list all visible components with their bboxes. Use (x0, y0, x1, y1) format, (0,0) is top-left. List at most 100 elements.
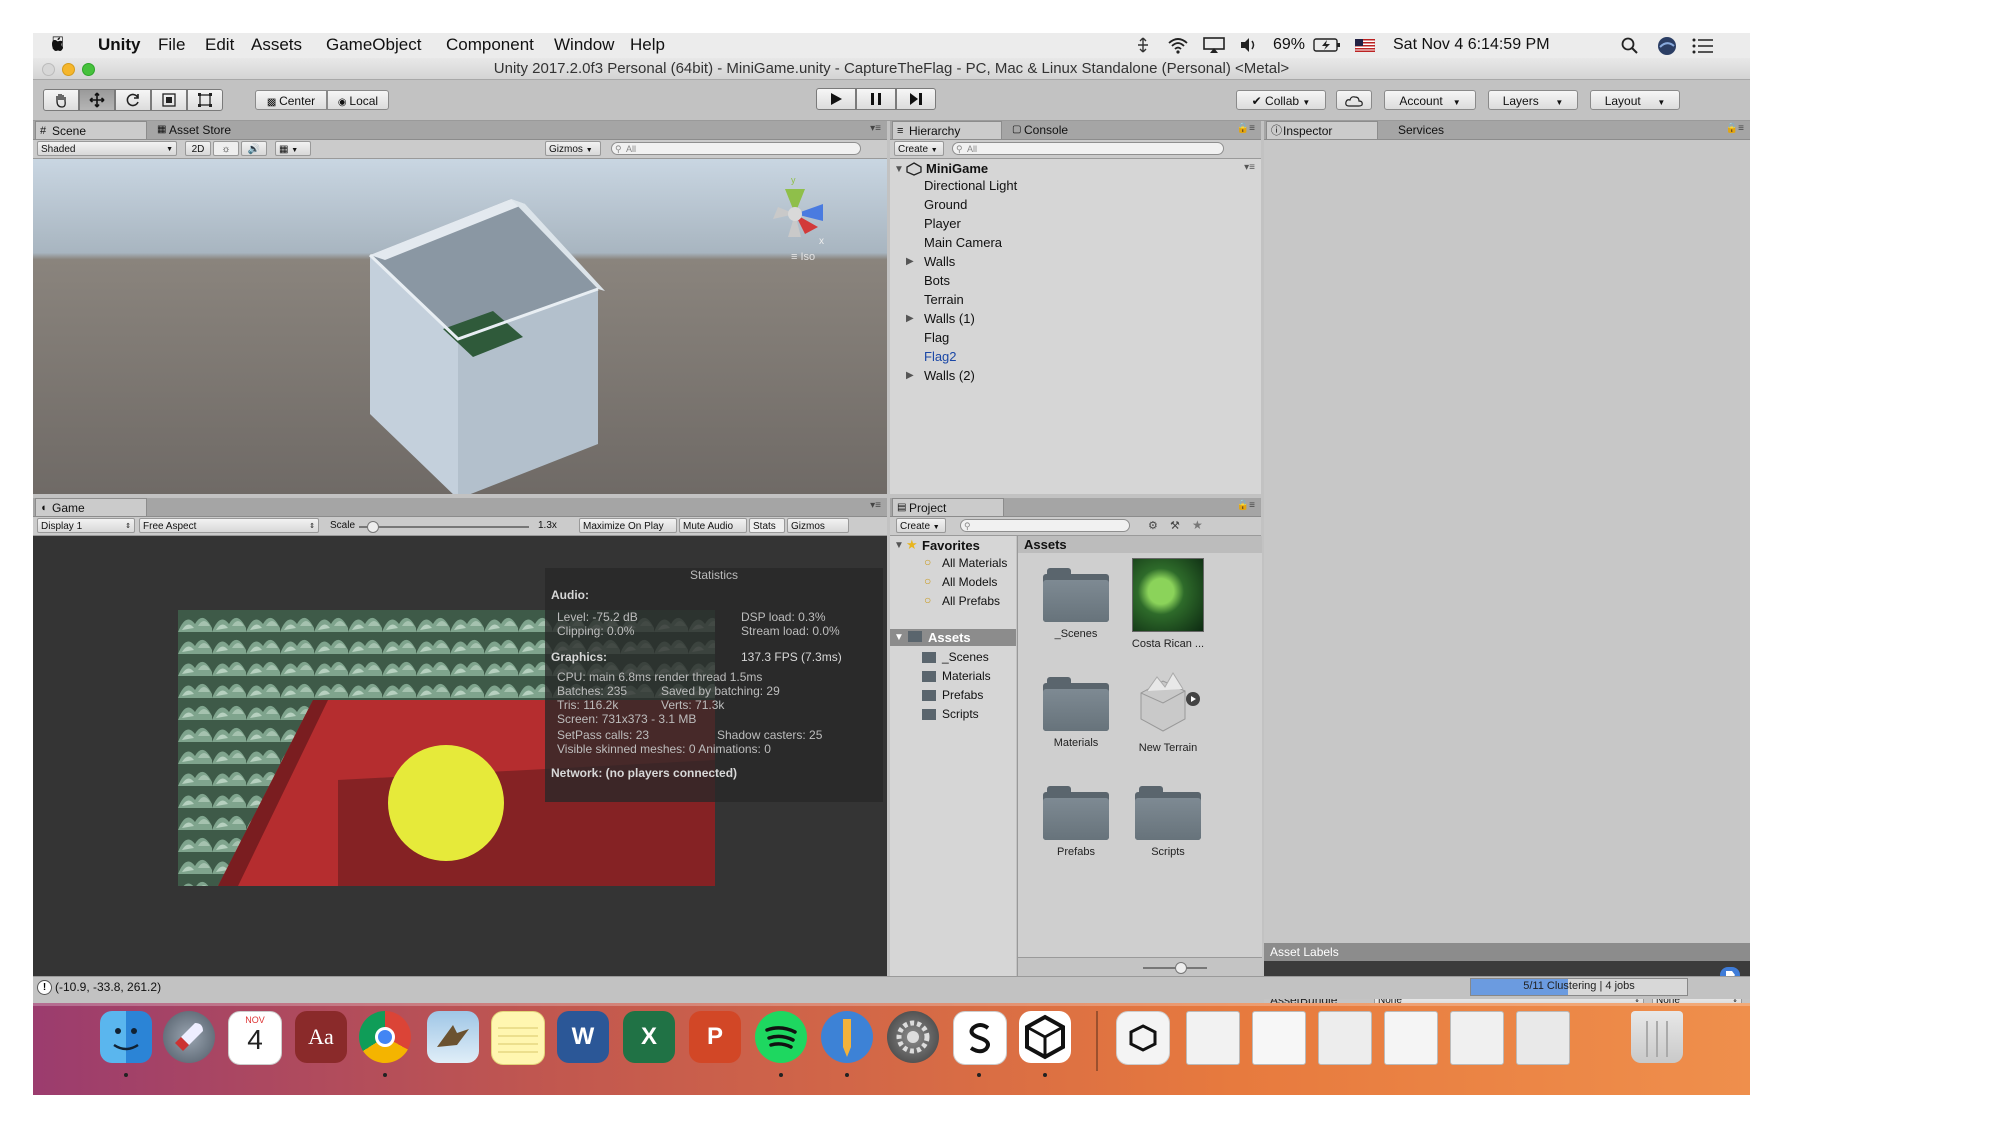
preview-icon[interactable] (427, 1011, 479, 1063)
hierarchy-item[interactable]: Terrain (924, 292, 964, 307)
effects-dropdown[interactable]: ▦ ▼ (275, 141, 311, 156)
hierarchy-item[interactable]: Walls (2) (924, 368, 975, 383)
favorite-item[interactable]: All Models (942, 575, 1016, 589)
zoom-window-button[interactable] (82, 63, 95, 76)
pencil-app-icon[interactable] (821, 1011, 873, 1063)
tab-scene[interactable]: # Scene (35, 121, 147, 139)
tab-game[interactable]: ◖ Game (35, 498, 147, 516)
menu-help[interactable]: Help (630, 35, 665, 55)
play-button[interactable] (816, 88, 856, 110)
hierarchy-create-dropdown[interactable]: Create ▼ (894, 141, 944, 156)
asset-item[interactable]: Prefabs (1036, 784, 1116, 858)
tab-services[interactable]: Services (1382, 121, 1472, 139)
close-window-button[interactable] (42, 63, 55, 76)
asset-item[interactable]: New Terrain (1128, 672, 1208, 754)
step-button[interactable] (896, 88, 936, 110)
scene-root-label[interactable]: MiniGame (926, 161, 988, 176)
wifi-icon[interactable] (1167, 36, 1189, 54)
rotate-tool-button[interactable] (115, 89, 151, 111)
calendar-icon[interactable]: NOV 4 (228, 1011, 282, 1065)
filter-by-label-icon[interactable]: ⚒ (1170, 519, 1180, 532)
gizmos-dropdown[interactable]: Gizmos ▼ (545, 141, 601, 156)
dictionary-icon[interactable]: Aa (295, 1011, 347, 1063)
layers-dropdown[interactable]: Layers ▼ (1488, 90, 1578, 110)
menu-gameobject[interactable]: GameObject (326, 35, 421, 55)
excel-icon[interactable]: X (623, 1011, 675, 1063)
panel-menu-icon[interactable]: ▾≡ (870, 123, 881, 134)
shading-mode-dropdown[interactable]: Shaded ▼ (37, 141, 177, 156)
favorite-star-icon[interactable]: ★ (1192, 518, 1203, 532)
chrome-window-thumb-3[interactable] (1318, 1011, 1372, 1065)
pivot-local-button[interactable]: ◉ Local (327, 90, 389, 110)
expand-arrow-icon[interactable]: ▶ (906, 313, 914, 324)
hierarchy-item[interactable]: Ground (924, 197, 967, 212)
notification-center-icon[interactable] (1692, 38, 1714, 54)
favorites-label[interactable]: Favorites (922, 538, 980, 553)
hierarchy-item[interactable]: Directional Light (924, 178, 1017, 193)
assets-root-row[interactable]: ▼ Assets (890, 629, 1016, 646)
layout-dropdown[interactable]: Layout ▼ (1590, 90, 1680, 110)
asset-item[interactable]: Scripts (1128, 784, 1208, 858)
toggle-audio-button[interactable]: 🔊 (241, 141, 267, 156)
chrome-window-thumb-1[interactable] (1186, 1011, 1240, 1065)
scene-options-icon[interactable]: ▾≡ (1244, 162, 1255, 173)
hierarchy-item[interactable]: Walls (1) (924, 311, 975, 326)
asset-labels-header[interactable]: Asset Labels (1264, 943, 1750, 961)
maximize-on-play-toggle[interactable]: Maximize On Play (579, 518, 677, 533)
folder-item[interactable]: _Scenes (942, 650, 989, 664)
aspect-dropdown[interactable]: Free Aspect ⇕ (139, 518, 319, 533)
chrome-window-thumb-2[interactable] (1252, 1011, 1306, 1065)
system-preferences-icon[interactable] (887, 1011, 939, 1063)
pause-button[interactable] (856, 88, 896, 110)
hierarchy-item[interactable]: Flag2 (924, 349, 957, 364)
clock[interactable]: Sat Nov 4 6:14:59 PM (1393, 36, 1550, 54)
scale-tool-button[interactable] (151, 89, 187, 111)
spotlight-search-icon[interactable] (1621, 37, 1639, 55)
display-dropdown[interactable]: Display 1 ⇕ (37, 518, 135, 533)
project-search-input[interactable]: ⚲ (960, 519, 1130, 532)
mute-audio-toggle[interactable]: Mute Audio (679, 518, 747, 533)
tab-inspector[interactable]: ⓘ Inspector (1266, 121, 1378, 139)
toggle-lighting-button[interactable]: ☼ (213, 141, 239, 156)
filter-by-type-icon[interactable]: ⚙ (1148, 519, 1158, 532)
hierarchy-item[interactable]: Flag (924, 330, 949, 345)
game-gizmos-dropdown[interactable]: Gizmos (787, 518, 849, 533)
trash-icon[interactable] (1631, 1011, 1683, 1063)
asset-item[interactable]: Costa Rican ... (1128, 558, 1208, 650)
scene-viewport[interactable]: y x ≡ Iso (33, 159, 887, 494)
expand-arrow-icon[interactable]: ▼ (894, 540, 904, 551)
battery-icon[interactable] (1313, 37, 1341, 53)
folder-item[interactable]: Prefabs (942, 688, 983, 702)
airplay-icon[interactable] (1203, 37, 1225, 54)
hand-tool-button[interactable] (43, 89, 79, 111)
favorite-item[interactable]: All Prefabs (942, 594, 1016, 608)
scene-orientation-gizmo[interactable] (773, 189, 823, 237)
expand-arrow-icon[interactable]: ▼ (894, 164, 904, 175)
expand-arrow-icon[interactable]: ▶ (906, 370, 914, 381)
hierarchy-search-input[interactable]: ⚲ All (952, 142, 1224, 155)
iso-toggle[interactable]: ≡ Iso (791, 251, 815, 263)
word-icon[interactable]: W (557, 1011, 609, 1063)
game-viewport[interactable]: Statistics Audio: Level: -75.2 dB DSP lo… (33, 536, 887, 976)
hierarchy-item[interactable]: Walls (924, 254, 955, 269)
expand-arrow-icon[interactable]: ▼ (894, 632, 904, 643)
menu-component[interactable]: Component (446, 35, 534, 55)
folder-item[interactable]: Scripts (942, 707, 979, 721)
menu-window[interactable]: Window (554, 35, 614, 55)
icon-size-slider-thumb[interactable] (1175, 962, 1187, 974)
unity-document-icon[interactable] (1116, 1011, 1170, 1065)
siri-icon[interactable] (1657, 36, 1677, 56)
tab-asset-store[interactable]: ▦ Asset Store (153, 121, 263, 139)
scene-search-input[interactable]: ⚲ All (611, 142, 861, 155)
asset-item[interactable]: Materials (1036, 675, 1116, 749)
apple-logo-icon[interactable] (50, 37, 64, 53)
stats-toggle[interactable]: Stats (749, 518, 785, 533)
panel-menu-icon[interactable]: ▾≡ (870, 500, 881, 511)
chrome-window-thumb-4[interactable] (1384, 1011, 1438, 1065)
collab-dropdown[interactable]: ✔ Collab ▼ (1236, 90, 1326, 110)
notes-icon[interactable] (491, 1011, 545, 1065)
sketch-window-thumb[interactable] (1516, 1011, 1570, 1065)
volume-icon[interactable] (1239, 37, 1259, 53)
tab-hierarchy[interactable]: ≡ Hierarchy (892, 121, 1002, 139)
tab-project[interactable]: ▤ Project (892, 498, 1004, 516)
